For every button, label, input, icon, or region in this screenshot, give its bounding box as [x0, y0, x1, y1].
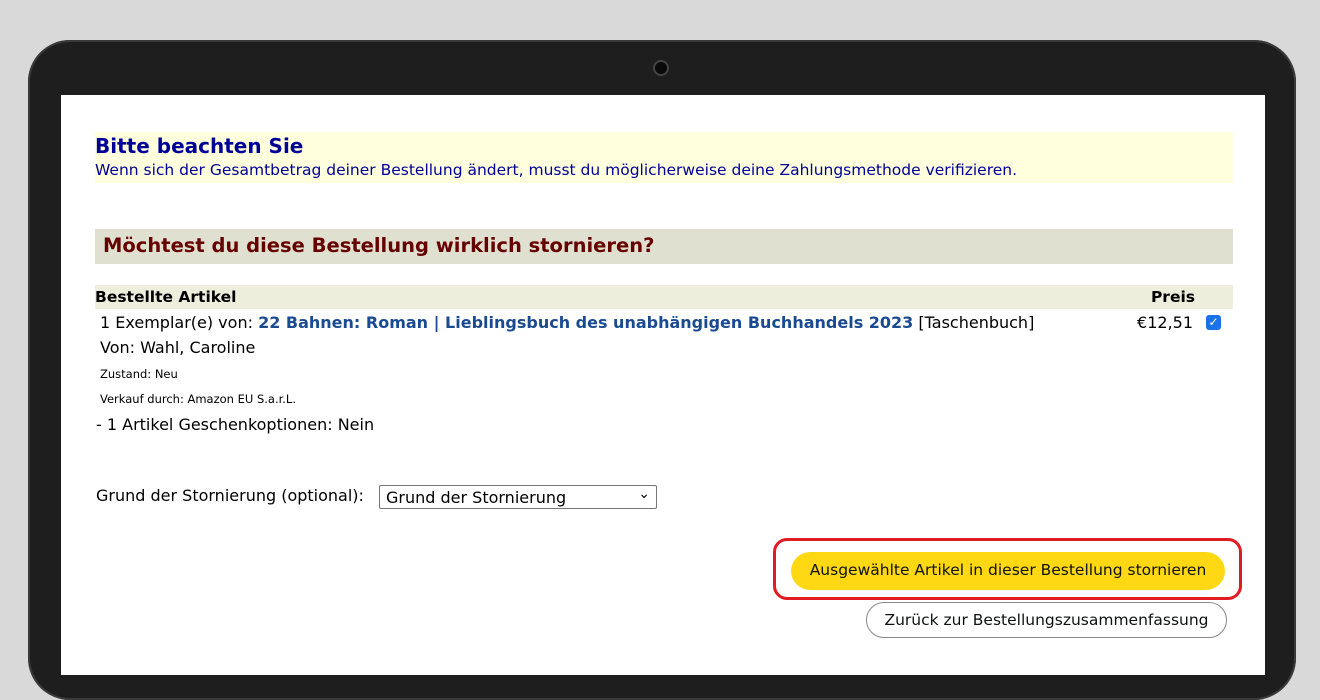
confirmation-question: Möchtest du diese Bestellung wirklich st… — [103, 234, 655, 257]
header-ordered-items: Bestellte Artikel — [95, 288, 237, 306]
item-author: Von: Wahl, Caroline — [100, 338, 256, 357]
cancel-reason-select[interactable]: Grund der Stornierung ⌄ — [379, 485, 657, 509]
back-to-order-summary-button[interactable]: Zurück zur Bestellungszusammenfassung — [866, 602, 1227, 638]
items-table-header: Bestellte Artikel Preis — [95, 285, 1233, 309]
item-gift-options: - 1 Artikel Geschenkoptionen: Nein — [96, 415, 375, 434]
item-seller: Verkauf durch: Amazon EU S.a.r.L. — [100, 392, 296, 406]
notice-title: Bitte beachten Sie — [95, 134, 304, 158]
notice-box: Bitte beachten Sie Wenn sich der Gesamtb… — [95, 132, 1233, 183]
item-title-link[interactable]: 22 Bahnen: Roman | Lieblingsbuch des una… — [258, 313, 913, 332]
confirmation-question-bar: Möchtest du diese Bestellung wirklich st… — [95, 229, 1233, 264]
camera-icon — [655, 62, 667, 74]
header-price: Preis — [1150, 288, 1195, 306]
notice-text: Wenn sich der Gesamtbetrag deiner Bestel… — [95, 161, 1018, 179]
item-select-checkbox[interactable]: ✓ — [1206, 315, 1221, 330]
item-quantity: 1 Exemplar(e) von: — [100, 313, 253, 332]
cancel-selected-items-label: Ausgewählte Artikel in dieser Bestellung… — [809, 561, 1207, 579]
cancel-selected-items-button[interactable]: Ausgewählte Artikel in dieser Bestellung… — [791, 552, 1225, 590]
cancel-reason-label: Grund der Stornierung (optional): — [96, 486, 364, 505]
item-line: 1 Exemplar(e) von: 22 Bahnen: Roman | Li… — [100, 313, 1034, 332]
chevron-down-icon: ⌄ — [638, 486, 650, 502]
cancel-reason-selected: Grund der Stornierung — [386, 488, 567, 507]
item-price: €12,51 — [1137, 313, 1193, 332]
screen: Bitte beachten Sie Wenn sich der Gesamtb… — [61, 95, 1265, 675]
item-format: [Taschenbuch] — [918, 313, 1035, 332]
item-condition: Zustand: Neu — [100, 367, 178, 381]
back-to-order-summary-label: Zurück zur Bestellungszusammenfassung — [884, 611, 1209, 629]
